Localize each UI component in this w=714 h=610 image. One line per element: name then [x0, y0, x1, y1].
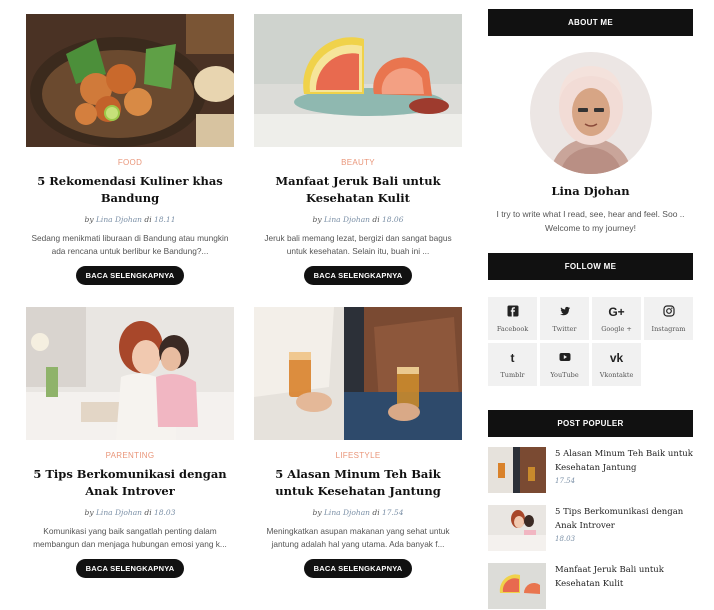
author-name: Lina Djohan — [551, 184, 630, 198]
post-card: PARENTING 5 Tips Berkomunikasi dengan An… — [26, 307, 234, 578]
di-label: di — [144, 508, 152, 517]
post-thumbnail[interactable] — [254, 307, 462, 440]
social-label: Instagram — [651, 325, 686, 333]
di-label: di — [372, 508, 380, 517]
facebook-icon — [488, 305, 537, 319]
read-more-button[interactable]: BACA SELENGKAPNYA — [303, 266, 413, 285]
popular-post-title[interactable]: Manfaat Jeruk Bali untuk Kesehatan Kulit — [555, 563, 693, 591]
post-author[interactable]: Lina Djohan — [96, 508, 142, 517]
post-title[interactable]: 5 Alasan Minum Teh Baik untuk Kesehatan … — [258, 466, 458, 500]
post-author[interactable]: Lina Djohan — [324, 215, 370, 224]
post-excerpt: Komunikasi yang baik sangatlah penting d… — [33, 526, 227, 549]
follow-me-heading: FOLLOW ME — [488, 253, 693, 280]
post-thumbnail[interactable] — [254, 14, 462, 147]
sidebar: ABOUT ME Lina Djohan I try to write what… — [488, 9, 693, 610]
popular-post-text: 5 Alasan Minum Teh Baik untuk Kesehatan … — [546, 447, 693, 493]
popular-post-text: Manfaat Jeruk Bali untuk Kesehatan Kulit — [546, 563, 693, 609]
tumblr-icon: t — [510, 351, 515, 365]
social-vkontakte[interactable]: vk Vkontakte — [592, 343, 641, 386]
google-plus-icon: G+ — [608, 305, 625, 319]
social-google-plus[interactable]: G+ Google + — [592, 297, 641, 340]
popular-post-title[interactable]: 5 Alasan Minum Teh Baik untuk Kesehatan … — [555, 447, 693, 475]
post-meta: by Lina Djohan di 18.11 — [26, 215, 234, 224]
post-meta: by Lina Djohan di 17.54 — [254, 508, 462, 517]
social-label: Facebook — [496, 325, 529, 333]
social-youtube[interactable]: YouTube — [540, 343, 589, 386]
vk-icon: vk — [609, 351, 624, 365]
popular-post-item[interactable]: Manfaat Jeruk Bali untuk Kesehatan Kulit — [488, 563, 693, 609]
popular-post-title[interactable]: 5 Tips Berkomunikasi dengan Anak Introve… — [555, 505, 693, 533]
youtube-icon — [540, 351, 589, 365]
post-meta: by Lina Djohan di 18.06 — [254, 215, 462, 224]
social-label: Tumblr — [500, 371, 525, 379]
post-card: FOOD 5 Rekomendasi Kuliner khas Bandung … — [26, 14, 234, 285]
post-excerpt: Sedang menikmati liburaan di Bandung ata… — [31, 233, 229, 256]
post-author[interactable]: Lina Djohan — [96, 215, 142, 224]
social-label: YouTube — [550, 371, 579, 379]
post-time[interactable]: 17.54 — [382, 508, 403, 517]
popular-posts: 5 Alasan Minum Teh Baik untuk Kesehatan … — [488, 447, 693, 609]
popular-posts-heading: POST POPULER — [488, 410, 693, 437]
popular-post-thumbnail[interactable] — [488, 447, 546, 493]
post-time[interactable]: 18.03 — [154, 508, 175, 517]
post-author[interactable]: Lina Djohan — [324, 508, 370, 517]
post-time[interactable]: 18.06 — [382, 215, 403, 224]
author-bio: I try to write what I read, see, hear an… — [496, 209, 685, 233]
read-more-button[interactable]: BACA SELENGKAPNYA — [303, 559, 413, 578]
post-category[interactable]: FOOD — [26, 158, 234, 167]
post-title[interactable]: 5 Tips Berkomunikasi dengan Anak Introve… — [30, 466, 230, 500]
post-excerpt: Meningkatkan asupan makanan yang sehat u… — [266, 526, 450, 549]
post-card: LIFESTYLE 5 Alasan Minum Teh Baik untuk … — [254, 307, 462, 578]
di-label: di — [372, 215, 380, 224]
instagram-icon — [644, 305, 693, 319]
popular-post-item[interactable]: 5 Alasan Minum Teh Baik untuk Kesehatan … — [488, 447, 693, 493]
social-label: Twitter — [552, 325, 577, 333]
post-meta: by Lina Djohan di 18.03 — [26, 508, 234, 517]
social-label: Vkontakte — [599, 371, 634, 379]
social-twitter[interactable]: Twitter — [540, 297, 589, 340]
di-label: di — [144, 215, 152, 224]
popular-post-time: 18.03 — [555, 535, 576, 543]
post-thumbnail[interactable] — [26, 307, 234, 440]
popular-post-thumbnail[interactable] — [488, 563, 546, 609]
post-category[interactable]: BEAUTY — [254, 158, 462, 167]
social-links: Facebook Twitter G+ Google + Instagram t… — [488, 297, 693, 386]
about-me-heading: ABOUT ME — [488, 9, 693, 36]
post-card: BEAUTY Manfaat Jeruk Bali untuk Kesehata… — [254, 14, 462, 285]
post-thumbnail[interactable] — [26, 14, 234, 147]
post-excerpt: Jeruk bali memang lezat, bergizi dan san… — [264, 233, 452, 256]
social-label: Google + — [601, 325, 632, 333]
post-category[interactable]: LIFESTYLE — [254, 451, 462, 460]
avatar — [529, 52, 652, 174]
by-label: by — [312, 508, 322, 517]
by-label: by — [84, 215, 94, 224]
social-tumblr[interactable]: t Tumblr — [488, 343, 537, 386]
by-label: by — [312, 215, 322, 224]
post-time[interactable]: 18.11 — [154, 215, 175, 224]
post-category[interactable]: PARENTING — [26, 451, 234, 460]
popular-post-thumbnail[interactable] — [488, 505, 546, 551]
by-label: by — [84, 508, 94, 517]
read-more-button[interactable]: BACA SELENGKAPNYA — [75, 266, 185, 285]
twitter-icon — [540, 305, 589, 319]
popular-post-item[interactable]: 5 Tips Berkomunikasi dengan Anak Introve… — [488, 505, 693, 551]
social-instagram[interactable]: Instagram — [644, 297, 693, 340]
post-title[interactable]: 5 Rekomendasi Kuliner khas Bandung — [30, 173, 230, 207]
popular-post-time: 17.54 — [555, 477, 576, 485]
popular-post-text: 5 Tips Berkomunikasi dengan Anak Introve… — [546, 505, 693, 551]
post-title[interactable]: Manfaat Jeruk Bali untuk Kesehatan Kulit — [258, 173, 458, 207]
read-more-button[interactable]: BACA SELENGKAPNYA — [75, 559, 185, 578]
social-facebook[interactable]: Facebook — [488, 297, 537, 340]
about-me-widget: Lina Djohan I try to write what I read, … — [488, 52, 693, 235]
